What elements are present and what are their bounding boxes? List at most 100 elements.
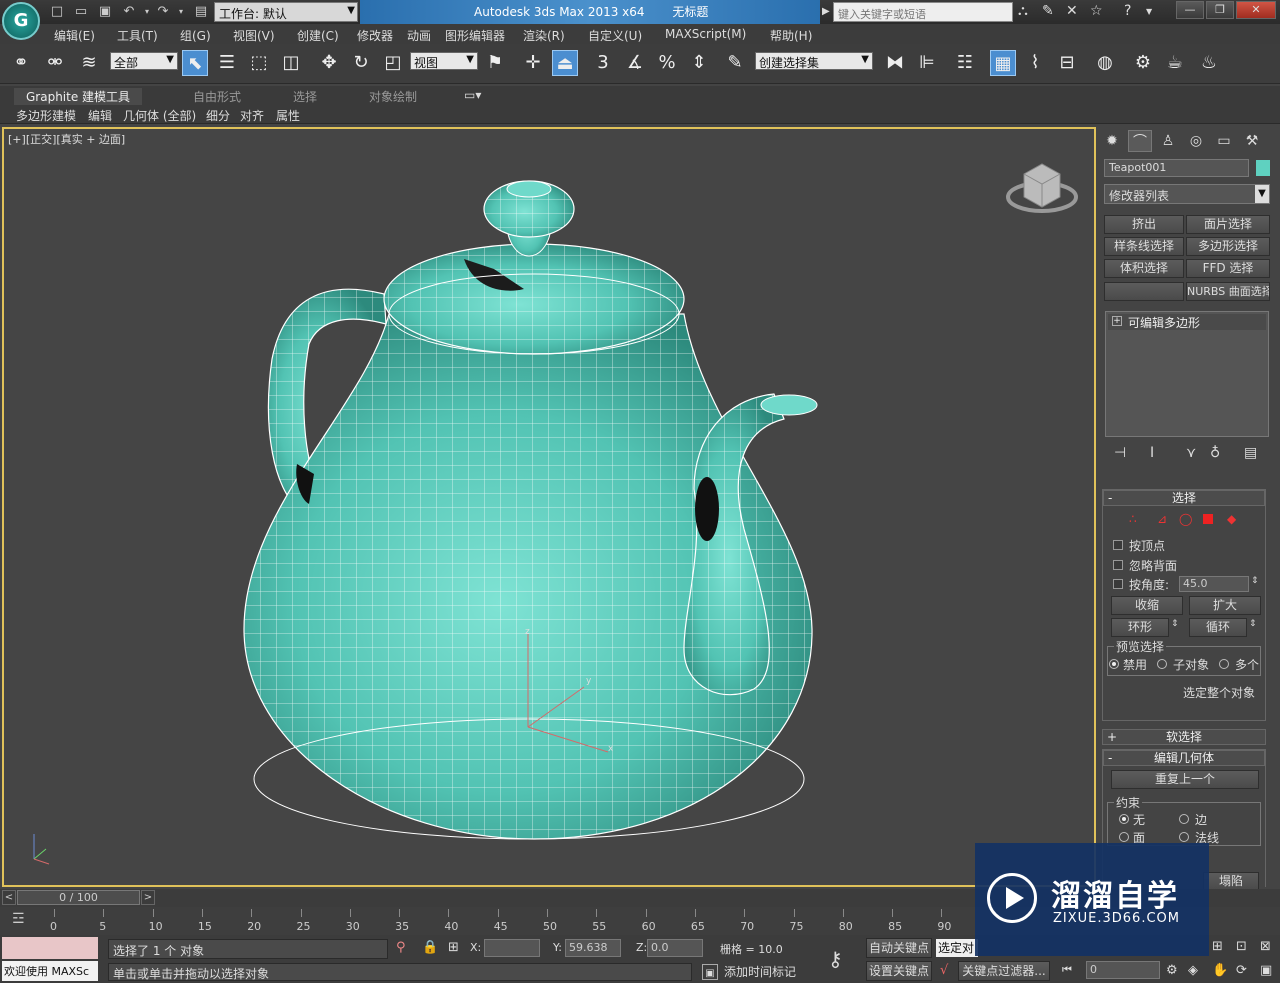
rendered-frame-icon[interactable]: ☕ [1162, 50, 1188, 76]
binoculars-icon[interactable]: ⛬ [1018, 3, 1028, 19]
menu-views[interactable]: 视图(V) [233, 27, 275, 44]
element-mode-icon[interactable]: ◆ [1227, 512, 1236, 526]
show-end-result-icon[interactable]: Ⅰ [1150, 445, 1154, 461]
expand-arrow-icon[interactable]: ▶ [822, 6, 830, 17]
undo-icon[interactable]: ↶ [120, 3, 138, 21]
expand-icon[interactable]: + [1112, 316, 1122, 326]
motion-tab-icon[interactable]: ◎ [1184, 130, 1208, 152]
isolate-selection-icon[interactable]: ⚲ [396, 940, 406, 955]
menu-graph-editors[interactable]: 图形编辑器 [445, 27, 505, 44]
x-coord-field[interactable] [484, 939, 540, 957]
stack-item-editable-poly[interactable]: + 可编辑多边形 [1108, 314, 1266, 330]
constraint-edge-radio[interactable] [1179, 814, 1189, 824]
current-frame-field[interactable]: 0 [1086, 961, 1160, 979]
remove-modifier-icon[interactable]: ♁ [1210, 445, 1220, 461]
maxscript-mini-listener[interactable]: 欢迎使用 MAXSc [2, 961, 98, 981]
display-tab-icon[interactable]: ▭ [1212, 130, 1236, 152]
selection-filter-dropdown[interactable]: 全部 ▼ [110, 52, 178, 70]
ribbon-options-icon[interactable]: ▭▾ [464, 88, 481, 102]
y-coord-field[interactable]: 59.638 [565, 939, 621, 957]
render-setup-icon[interactable]: ⚙ [1130, 50, 1156, 76]
workspace-dropdown[interactable]: 工作台: 默认 ▼ [214, 2, 358, 22]
field-of-view-icon[interactable]: ◈ [1188, 963, 1198, 978]
angle-spinner[interactable]: 45.0 [1179, 576, 1249, 592]
time-prev-icon[interactable]: < [2, 890, 16, 905]
favorites-star-icon[interactable]: ☆ [1090, 3, 1103, 19]
menu-edit[interactable]: 编辑(E) [54, 27, 95, 44]
app-logo-icon[interactable]: G [2, 2, 40, 40]
teapot-mesh[interactable]: z y x [4, 129, 1094, 885]
key-filters-button[interactable]: 关键点过滤器... [958, 961, 1050, 981]
named-selection-dropdown[interactable]: 创建选择集 ▼ [755, 52, 873, 70]
select-by-name-icon[interactable]: ☰ [214, 50, 240, 76]
maximize-viewport-icon[interactable]: ⊠ [1260, 939, 1271, 954]
vertex-mode-icon[interactable]: ∴ [1129, 512, 1137, 526]
by-vertex-checkbox[interactable] [1113, 540, 1123, 550]
curve-editor-icon[interactable]: ⌇ [1022, 50, 1048, 76]
align-icon[interactable]: ⊫ [914, 50, 940, 76]
spline-select-button[interactable]: 样条线选择 [1104, 237, 1184, 256]
zoom-extents-icon[interactable]: ⊞ [1212, 939, 1223, 954]
curve-editor-mini-icon[interactable]: ☲ [12, 911, 32, 929]
unlink-icon[interactable]: ⚮ [42, 50, 68, 76]
ffd-select-button[interactable]: FFD 选择 [1186, 259, 1270, 278]
set-key-icon[interactable]: ⚷ [828, 947, 843, 971]
utilities-tab-icon[interactable]: ⚒ [1240, 130, 1264, 152]
constraint-none-radio[interactable] [1119, 814, 1129, 824]
menu-rendering[interactable]: 渲染(R) [523, 27, 565, 44]
material-editor-icon[interactable]: ◍ [1092, 50, 1118, 76]
redo-dropdown-icon[interactable]: ▾ [172, 3, 190, 21]
set-key-button[interactable]: 设置关键点 [866, 961, 932, 981]
tab-freeform[interactable]: 自由形式 [193, 88, 241, 105]
configure-sets-icon[interactable]: ▤ [1244, 445, 1257, 461]
z-coord-field[interactable]: 0.0 [647, 939, 703, 957]
keyboard-shortcut-override-icon[interactable]: ⏏ [552, 50, 578, 76]
empty-modifier-button[interactable] [1104, 282, 1184, 301]
window-crossing-icon[interactable]: ◫ [278, 50, 304, 76]
border-mode-icon[interactable]: ◯ [1179, 512, 1192, 526]
pin-stack-icon[interactable]: ⊣ [1114, 445, 1126, 461]
nurbs-surface-select-button[interactable]: NURBS 曲面选择 [1186, 282, 1270, 301]
menu-maxscript[interactable]: MAXScript(M) [665, 27, 746, 41]
menu-group[interactable]: 组(G) [180, 27, 211, 44]
mirror-icon[interactable]: ⧓ [882, 50, 908, 76]
shrink-button[interactable]: 收缩 [1111, 596, 1183, 615]
link-icon[interactable]: ⚭ [8, 50, 34, 76]
zoom-extents-all-icon[interactable]: ⊡ [1236, 939, 1247, 954]
grow-button[interactable]: 扩大 [1189, 596, 1261, 615]
communication-icon[interactable]: ✕ [1066, 3, 1078, 19]
menu-modifiers[interactable]: 修改器 [357, 27, 393, 44]
reference-coordinate-dropdown[interactable]: 视图 ▼ [410, 52, 478, 70]
polygon-mode-icon[interactable] [1203, 514, 1213, 524]
select-object-icon[interactable]: ⬉ [182, 50, 208, 76]
help-icon[interactable]: ? [1124, 3, 1131, 19]
edge-mode-icon[interactable]: ⊿ [1157, 512, 1167, 526]
panel-properties[interactable]: 属性 [276, 107, 300, 124]
save-icon[interactable]: ▣ [96, 3, 114, 21]
time-slider-thumb[interactable]: 0 / 100 [17, 890, 140, 905]
snaps-toggle-icon[interactable]: 3 [590, 50, 616, 76]
extrude-button[interactable]: 挤出 [1104, 215, 1184, 234]
ring-spinner-icon[interactable]: ⇕ [1171, 619, 1179, 629]
edit-named-selection-icon[interactable]: ✎ [722, 50, 748, 76]
tab-object-paint[interactable]: 对象绘制 [369, 88, 417, 105]
menu-animation[interactable]: 动画 [407, 27, 431, 44]
maxscript-listener[interactable] [2, 937, 98, 959]
menu-help[interactable]: 帮助(H) [770, 27, 812, 44]
menu-tools[interactable]: 工具(T) [117, 27, 158, 44]
constraint-normal-radio[interactable] [1179, 832, 1189, 842]
rectangular-region-icon[interactable]: ⬚ [246, 50, 272, 76]
create-tab-icon[interactable]: ✹ [1100, 130, 1124, 152]
volume-select-button[interactable]: 体积选择 [1104, 259, 1184, 278]
tab-graphite-modeling[interactable]: Graphite 建模工具 [14, 88, 143, 105]
viewcube-icon[interactable] [1006, 163, 1078, 213]
patch-select-button[interactable]: 面片选择 [1186, 215, 1270, 234]
make-unique-icon[interactable]: ⋎ [1186, 445, 1196, 461]
modifier-list-dropdown[interactable]: 修改器列表 ▼ [1104, 184, 1270, 204]
loop-spinner-icon[interactable]: ⇕ [1249, 619, 1257, 629]
panel-edit[interactable]: 编辑 [88, 107, 112, 124]
redo-icon[interactable]: ↷ [154, 3, 172, 21]
maximize-button[interactable]: ❐ [1206, 1, 1234, 19]
schematic-view-icon[interactable]: ⊟ [1054, 50, 1080, 76]
close-button[interactable]: ✕ [1236, 1, 1276, 19]
